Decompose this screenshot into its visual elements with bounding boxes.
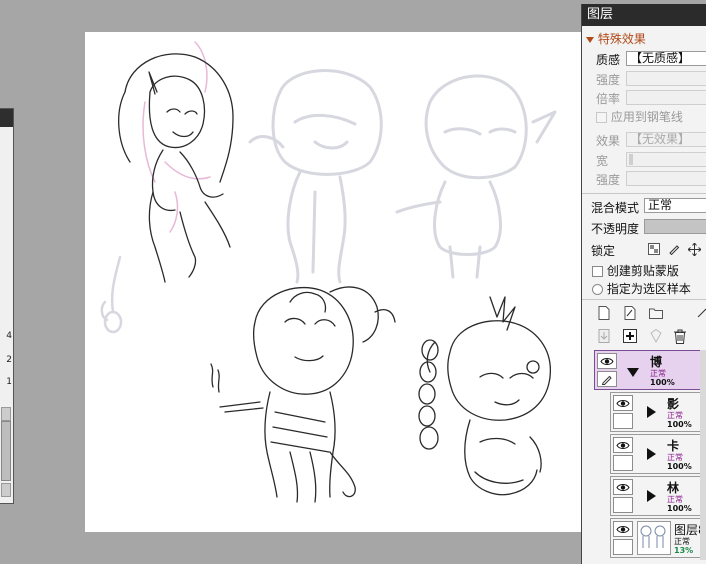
drawing-canvas[interactable] — [85, 32, 585, 532]
layer-edit-toggle[interactable] — [613, 455, 633, 471]
layer-row-folder-ka[interactable]: 卡 正常 100% — [610, 434, 706, 474]
eye-icon — [600, 357, 614, 365]
scale-label: 倍率 — [596, 92, 621, 106]
canvas-artwork — [100, 41, 557, 503]
checkbox-icon — [592, 266, 603, 277]
merge-down-icon[interactable] — [622, 328, 638, 344]
texture-select[interactable]: 【无质感】 — [626, 51, 706, 66]
effect-strength-slider[interactable] — [626, 171, 706, 186]
divider — [582, 299, 706, 300]
lock-paint-icon[interactable] — [666, 241, 682, 257]
trash-icon[interactable] — [672, 328, 688, 344]
effect-label: 效果 — [596, 134, 621, 148]
apply-to-pen-checkbox[interactable]: 应用到钢笔线 — [596, 108, 683, 125]
sketch-pink-lines — [142, 41, 211, 233]
new-layer-icon[interactable] — [596, 305, 612, 321]
sketch-figure-middle — [248, 69, 383, 284]
slider-thumb[interactable] — [629, 154, 633, 165]
visibility-toggle[interactable] — [613, 395, 633, 411]
folder-expand-icon[interactable] — [647, 448, 656, 460]
lock-move-icon[interactable] — [686, 241, 702, 257]
visibility-toggle[interactable] — [613, 479, 633, 495]
clear-layer-icon[interactable] — [648, 328, 664, 344]
opacity-label: 不透明度 — [591, 222, 640, 236]
effect-strength-label: 强度 — [596, 173, 621, 187]
effect-select[interactable]: 【无效果】 — [626, 132, 706, 147]
layer-list-scrollbar[interactable] — [700, 350, 706, 560]
scale-slider[interactable] — [626, 90, 706, 105]
left-panel-scroll-up-button[interactable] — [1, 407, 11, 421]
radio-icon — [592, 284, 603, 295]
left-panel-number: 2 — [6, 355, 12, 365]
left-panel-scrollbar[interactable] — [1, 421, 11, 481]
layer-row-folder-bo[interactable]: 博 正常 100% — [594, 350, 706, 390]
pencil-icon — [601, 375, 612, 385]
effects-header-label: 特殊效果 — [597, 32, 646, 46]
layer-opacity: 100% — [667, 420, 692, 429]
layer-edit-toggle[interactable] — [613, 497, 633, 513]
apply-to-pen-label: 应用到钢笔线 — [610, 110, 683, 124]
new-linework-layer-icon[interactable] — [622, 305, 638, 321]
layer-edit-toggle[interactable] — [597, 371, 617, 387]
sketch-figure-right — [395, 74, 557, 279]
clipping-mask-label: 创建剪贴蒙版 — [606, 264, 679, 278]
folder-expand-icon[interactable] — [627, 368, 639, 377]
layer-row-folder-lin[interactable]: 林 正常 100% — [610, 476, 706, 516]
width-label: 宽 — [596, 154, 609, 168]
layer-settings-icon[interactable] — [694, 305, 706, 321]
layer-edit-toggle[interactable] — [613, 413, 633, 429]
character-bun-girl — [418, 296, 551, 496]
divider — [582, 193, 706, 194]
checkbox-icon — [596, 112, 607, 123]
eye-icon — [616, 399, 630, 407]
character-horned-warrior — [210, 286, 396, 503]
lock-transparency-icon[interactable] — [646, 241, 662, 257]
left-panel-number: 1 — [6, 377, 12, 387]
new-folder-icon[interactable] — [648, 305, 664, 321]
layer-opacity: 100% — [667, 462, 692, 471]
left-tool-panel: 4 2 1 — [0, 108, 14, 504]
transfer-down-icon[interactable] — [596, 328, 612, 344]
opacity-slider[interactable] — [644, 219, 706, 234]
blend-mode-label: 混合模式 — [591, 201, 640, 215]
eye-icon — [616, 441, 630, 449]
layer-thumbnail — [637, 521, 671, 555]
left-panel-scroll-down-button[interactable] — [1, 483, 11, 497]
lock-label: 锁定 — [591, 244, 616, 258]
layer-panel: 图层 特殊效果 质感 【无质感】 强度 倍率 应用到钢笔线 效果 【无效果】 宽… — [581, 4, 706, 564]
folder-expand-icon[interactable] — [647, 490, 656, 502]
clipping-mask-checkbox[interactable]: 创建剪贴蒙版 — [592, 262, 679, 279]
layer-row-folder-ying[interactable]: 影 正常 100% — [610, 392, 706, 432]
collapse-arrow-icon — [586, 36, 594, 43]
strength-slider[interactable] — [626, 71, 706, 86]
visibility-toggle[interactable] — [613, 521, 633, 537]
layer-opacity: 13% — [674, 546, 694, 555]
strength-label: 强度 — [596, 73, 621, 87]
eye-icon — [616, 525, 630, 533]
width-slider[interactable] — [626, 152, 706, 167]
character-hooded-girl — [118, 53, 234, 283]
layer-row-layer8[interactable]: 图层8 正常 13% — [610, 518, 706, 558]
visibility-toggle[interactable] — [613, 437, 633, 453]
layer-panel-title[interactable]: 图层 — [582, 4, 706, 26]
selection-source-label: 指定为选区样本 — [606, 282, 691, 296]
left-panel-number: 4 — [6, 331, 12, 341]
texture-label: 质感 — [596, 53, 621, 67]
layer-opacity: 100% — [650, 378, 675, 387]
folder-expand-icon[interactable] — [647, 406, 656, 418]
selection-source-checkbox[interactable]: 指定为选区样本 — [592, 280, 691, 297]
sketch-staff — [100, 255, 123, 334]
left-panel-titlebar[interactable] — [0, 109, 13, 127]
layer-edit-toggle[interactable] — [613, 539, 633, 555]
eye-icon — [616, 483, 630, 491]
blend-mode-select[interactable]: 正常 — [644, 198, 706, 213]
layer-opacity: 100% — [667, 504, 692, 513]
effects-header[interactable]: 特殊效果 — [586, 30, 646, 47]
visibility-toggle[interactable] — [597, 353, 617, 369]
